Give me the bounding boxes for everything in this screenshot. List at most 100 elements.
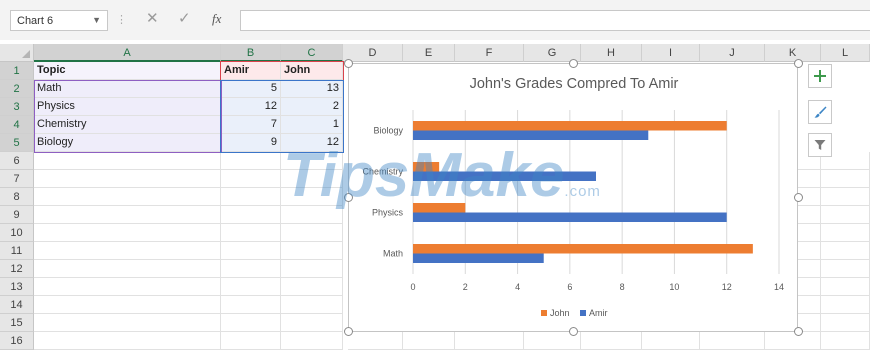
bar-chart[interactable]: 0 2 4 6 8 10 12 14 Math Physics Chemistry Biology J… — [348, 63, 798, 332]
empty-cell[interactable] — [821, 224, 870, 242]
column-header-i[interactable]: I — [642, 44, 700, 62]
row-header[interactable]: 9 — [0, 206, 34, 224]
empty-cell[interactable] — [798, 278, 821, 296]
bar-amir-math[interactable] — [413, 253, 544, 264]
name-box[interactable]: Chart 6 ▼ — [10, 10, 108, 31]
row-header[interactable]: 5 — [0, 134, 34, 152]
empty-cell[interactable] — [221, 332, 281, 350]
row-header[interactable]: 10 — [0, 224, 34, 242]
topic-cell[interactable]: Chemistry — [34, 116, 221, 134]
empty-cell[interactable] — [798, 260, 821, 278]
empty-cell[interactable] — [821, 260, 870, 278]
empty-cell[interactable] — [281, 224, 343, 242]
empty-cell[interactable] — [821, 188, 870, 206]
row-header[interactable]: 11 — [0, 242, 34, 260]
empty-cell[interactable] — [221, 260, 281, 278]
resize-handle-left[interactable] — [344, 193, 353, 202]
empty-cell[interactable] — [798, 206, 821, 224]
empty-cell[interactable] — [348, 332, 403, 350]
topic-cell[interactable]: Physics — [34, 98, 221, 116]
empty-cell[interactable] — [821, 278, 870, 296]
bar-amir-biology[interactable] — [413, 130, 649, 141]
empty-cell[interactable] — [34, 296, 221, 314]
row-header[interactable]: 1 — [0, 62, 34, 80]
empty-cell[interactable] — [34, 332, 221, 350]
empty-cell[interactable] — [34, 170, 221, 188]
row-header[interactable]: 4 — [0, 116, 34, 134]
empty-cell[interactable] — [455, 332, 524, 350]
resize-handle-top-left[interactable] — [344, 59, 353, 68]
resize-handle-bottom-left[interactable] — [344, 327, 353, 336]
bar-john-chemistry[interactable] — [413, 162, 440, 172]
empty-cell[interactable] — [700, 332, 765, 350]
empty-cell[interactable] — [34, 242, 221, 260]
amir-cell[interactable]: 5 — [221, 80, 281, 98]
header-cell-amir[interactable]: Amir — [221, 62, 281, 80]
empty-cell[interactable] — [221, 170, 281, 188]
column-header-d[interactable]: D — [343, 44, 403, 62]
header-cell-john[interactable]: John — [281, 62, 343, 80]
row-header[interactable]: 2 — [0, 80, 34, 98]
topic-cell[interactable]: Biology — [34, 134, 221, 152]
empty-cell[interactable] — [34, 278, 221, 296]
cancel-icon[interactable]: ✕ — [146, 9, 159, 27]
empty-cell[interactable] — [281, 206, 343, 224]
row-header[interactable]: 8 — [0, 188, 34, 206]
empty-cell[interactable] — [221, 278, 281, 296]
empty-cell[interactable] — [221, 206, 281, 224]
empty-cell[interactable] — [821, 242, 870, 260]
resize-handle-right[interactable] — [794, 193, 803, 202]
resize-handle-top-right[interactable] — [794, 59, 803, 68]
empty-cell[interactable] — [798, 242, 821, 260]
john-cell[interactable]: 12 — [281, 134, 343, 152]
empty-cell[interactable] — [34, 314, 221, 332]
chart-legend[interactable]: John Amir — [541, 308, 608, 318]
empty-cell[interactable] — [821, 170, 870, 188]
empty-cell[interactable] — [281, 152, 343, 170]
empty-cell[interactable] — [221, 152, 281, 170]
empty-cell[interactable] — [403, 332, 455, 350]
column-header-f[interactable]: F — [455, 44, 524, 62]
row-header[interactable]: 13 — [0, 278, 34, 296]
column-header-h[interactable]: H — [581, 44, 642, 62]
column-header-e[interactable]: E — [403, 44, 455, 62]
amir-cell[interactable]: 12 — [221, 98, 281, 116]
empty-cell[interactable] — [798, 170, 821, 188]
formula-input[interactable] — [240, 10, 870, 31]
row-header[interactable]: 3 — [0, 98, 34, 116]
empty-cell[interactable] — [34, 188, 221, 206]
resize-handle-bottom-right[interactable] — [794, 327, 803, 336]
empty-cell[interactable] — [798, 224, 821, 242]
chart-title[interactable]: John's Grades Compred To Amir — [470, 76, 679, 92]
empty-cell[interactable] — [221, 296, 281, 314]
empty-cell[interactable] — [281, 188, 343, 206]
bar-john-physics[interactable] — [413, 203, 466, 213]
insert-function-icon[interactable]: fx — [212, 11, 221, 27]
john-cell[interactable]: 2 — [281, 98, 343, 116]
empty-cell[interactable] — [34, 206, 221, 224]
bar-john-biology[interactable] — [413, 121, 727, 131]
header-cell-topic[interactable]: Topic — [34, 62, 221, 80]
empty-cell[interactable] — [765, 332, 821, 350]
select-all-button[interactable] — [0, 44, 34, 62]
amir-cell[interactable]: 7 — [221, 116, 281, 134]
column-header-b[interactable]: B — [221, 44, 281, 62]
chevron-down-icon[interactable]: ▼ — [92, 15, 101, 25]
amir-cell[interactable]: 9 — [221, 134, 281, 152]
empty-cell[interactable] — [221, 224, 281, 242]
row-header[interactable]: 15 — [0, 314, 34, 332]
column-header-a[interactable]: A — [34, 44, 221, 62]
empty-cell[interactable] — [798, 296, 821, 314]
john-cell[interactable]: 1 — [281, 116, 343, 134]
empty-cell[interactable] — [34, 224, 221, 242]
column-header-l[interactable]: L — [821, 44, 870, 62]
empty-cell[interactable] — [642, 332, 700, 350]
empty-cell[interactable] — [281, 170, 343, 188]
empty-cell[interactable] — [221, 188, 281, 206]
column-header-k[interactable]: K — [765, 44, 821, 62]
empty-cell[interactable] — [821, 332, 870, 350]
row-header[interactable]: 7 — [0, 170, 34, 188]
empty-cell[interactable] — [34, 152, 221, 170]
row-header[interactable]: 16 — [0, 332, 34, 350]
empty-cell[interactable] — [581, 332, 642, 350]
